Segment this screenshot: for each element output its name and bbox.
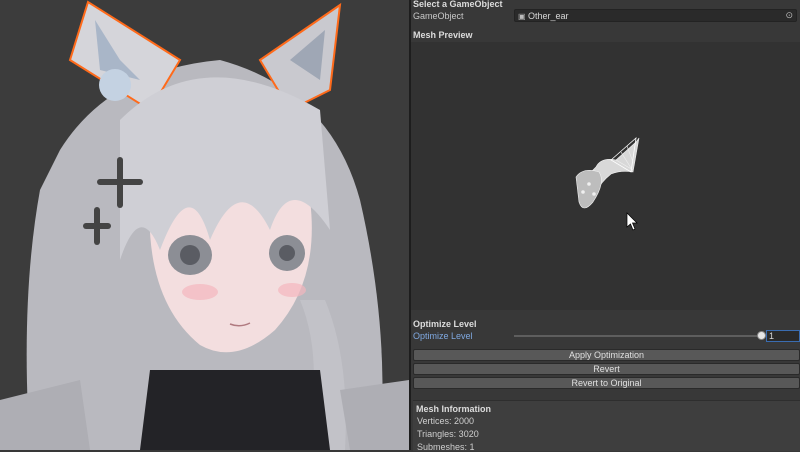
mesh-preview-area[interactable] — [411, 42, 800, 310]
optimize-level-label: Optimize Level — [413, 331, 473, 341]
revert-button[interactable]: Revert — [413, 363, 800, 375]
triangles-count: Triangles: 3020 — [417, 429, 479, 439]
target-picker-icon[interactable]: ⊙ — [785, 10, 793, 21]
cube-icon: ▣ — [518, 12, 526, 21]
submeshes-count: Submeshes: 1 — [417, 442, 475, 452]
revert-to-original-button[interactable]: Revert to Original — [413, 377, 800, 389]
mesh-information-title: Mesh Information — [416, 404, 492, 414]
optimize-slider-track[interactable] — [514, 335, 764, 337]
vertices-count: Vertices: 2000 — [417, 416, 475, 426]
optimize-level-title: Optimize Level — [413, 319, 477, 329]
mesh-preview-title: Mesh Preview — [413, 30, 473, 40]
character-render — [0, 0, 409, 450]
select-gameobject-title: Select a GameObject — [413, 0, 503, 9]
optimize-level-input[interactable]: 1 — [766, 330, 800, 342]
optimize-slider-knob[interactable] — [757, 331, 766, 340]
mouse-cursor-icon — [626, 212, 638, 231]
inspector-panel: Select a GameObject GameObject ▣ Other_e… — [411, 0, 800, 452]
mesh-information-box: Mesh Information Vertices: 2000 Triangle… — [413, 400, 800, 452]
scene-view[interactable] — [0, 0, 409, 450]
apply-optimization-button[interactable]: Apply Optimization — [413, 349, 800, 361]
gameobject-field[interactable]: ▣ Other_ear ⊙ — [514, 9, 797, 22]
gameobject-label: GameObject — [413, 11, 464, 21]
gameobject-value: Other_ear — [528, 11, 569, 21]
mesh-preview-render — [575, 136, 640, 231]
